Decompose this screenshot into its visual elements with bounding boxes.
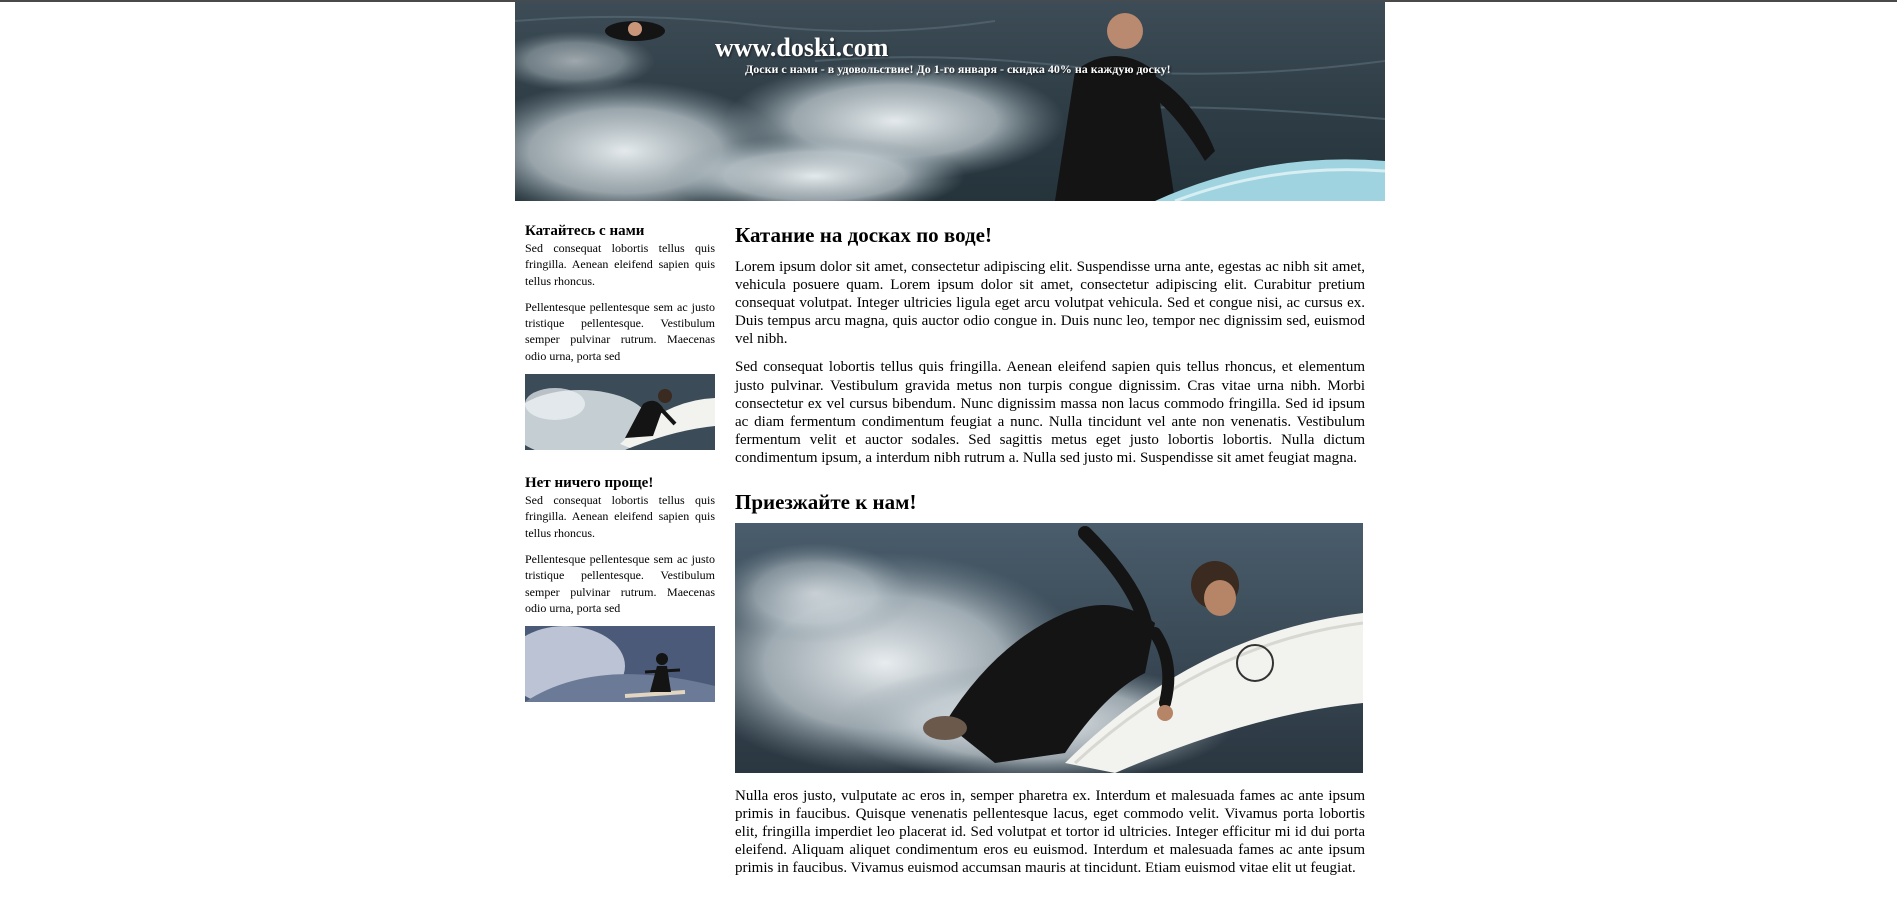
sidebar-surf-photo-1 xyxy=(525,374,715,451)
sidebar-paragraph: Sed consequat lobortis tellus quis fring… xyxy=(525,493,715,540)
header-surf-photo xyxy=(515,1,1385,201)
sidebar-paragraph: Sed consequat lobortis tellus quis fring… xyxy=(525,241,715,288)
page-container: www.doski.com Доски с нами - в удовольст… xyxy=(515,1,1385,876)
sidebar-paragraph: Pellentesque pellentesque sem ac justo t… xyxy=(525,299,715,363)
main-content: Катание на досках по воде! Lorem ipsum d… xyxy=(735,220,1365,888)
sidebar: Катайтесь с нами Sed consequat lobortis … xyxy=(525,220,715,726)
main-paragraph: Nulla eros justo, vulputate ac eros in, … xyxy=(735,788,1365,877)
site-title[interactable]: www.doski.com xyxy=(715,33,888,63)
site-slogan: Доски с нами - в удовольствие! До 1-го я… xyxy=(745,62,1171,76)
main-heading: Катание на досках по воде! xyxy=(735,223,992,247)
sidebar-heading: Нет ничего проще! xyxy=(525,475,654,492)
sidebar-block-simple: Нет ничего проще! Sed consequat lobortis… xyxy=(525,474,715,703)
sidebar-block-ride: Катайтесь с нами Sed consequat lobortis … xyxy=(525,222,715,451)
header-banner: www.doski.com Доски с нами - в удовольст… xyxy=(515,1,1385,201)
main-heading: Приезжайте к нам! xyxy=(735,490,917,515)
main-paragraph: Sed consequat lobortis tellus quis fring… xyxy=(735,359,1365,466)
sidebar-surf-photo-2 xyxy=(525,626,715,703)
sidebar-heading: Катайтесь с нами xyxy=(525,223,645,239)
main-paragraph: Lorem ipsum dolor sit amet, consectetur … xyxy=(735,259,1365,348)
main-surf-photo xyxy=(735,523,1363,774)
sidebar-paragraph: Pellentesque pellentesque sem ac justo t… xyxy=(525,551,715,615)
